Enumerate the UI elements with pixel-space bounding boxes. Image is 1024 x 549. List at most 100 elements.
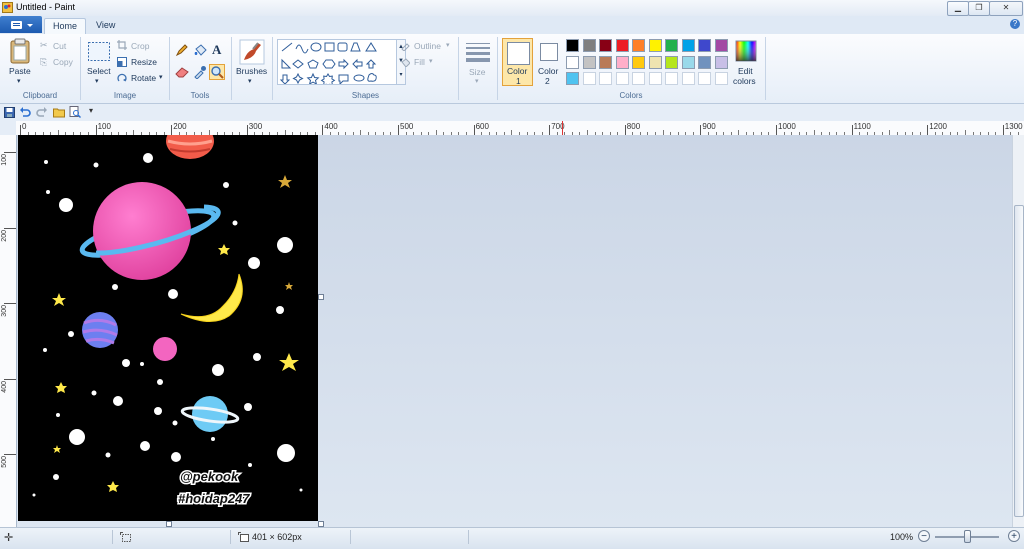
maximize-button[interactable]: ❐ [968,1,990,16]
eraser-icon[interactable] [175,66,189,78]
artwork-watermark: @pekook #hoidap247 [177,468,252,508]
color-swatch[interactable] [681,55,695,69]
color-swatch[interactable] [698,72,711,85]
shapes-gallery[interactable] [277,39,397,88]
color-swatch[interactable] [681,39,695,52]
tools-group-label: Tools [190,91,210,100]
color1-button[interactable]: Color 1 [502,38,533,86]
select-button[interactable]: Select [87,66,111,76]
customize-qat-icon[interactable]: ▾ [89,106,93,115]
copy-button[interactable]: Copy [53,57,73,67]
minimize-button[interactable]: ▁ [947,1,969,16]
shapes-group-label: Shapes [351,91,380,100]
color-swatch[interactable] [665,72,678,85]
color-swatch[interactable] [632,39,645,52]
text-tool-icon[interactable]: A [212,42,221,58]
edit-colors-label[interactable]: Edit [738,66,753,76]
color-swatch[interactable] [566,39,579,52]
open-folder-icon[interactable] [53,106,65,118]
edit-colors-label-2[interactable]: colors [733,76,756,86]
color-swatch[interactable] [698,55,711,69]
print-preview-icon[interactable] [69,106,81,118]
vertical-scrollbar-thumb[interactable] [1014,205,1024,517]
tab-view[interactable]: View [88,18,123,34]
size-button[interactable]: Size [469,67,486,77]
ruler-major-tick [4,227,16,229]
color2-swatch[interactable] [540,43,558,61]
rotate-button[interactable]: Rotate [131,73,156,83]
selection-size-icon [120,532,131,542]
outline-dropdown-icon[interactable]: ▾ [446,41,450,49]
color-picker-icon[interactable] [193,65,207,79]
color2-label[interactable]: Color [538,66,558,76]
zoom-out-button[interactable]: − [918,530,930,542]
color-swatch[interactable] [648,55,662,69]
ruler-tick-label: 300 [248,122,263,131]
color-swatch[interactable] [599,55,612,69]
outline-button[interactable]: Outline [414,41,441,51]
color-swatch[interactable] [632,72,645,85]
ruler-major-tick [700,125,702,135]
color-swatch[interactable] [714,39,728,52]
color-swatch[interactable] [681,72,695,85]
help-icon[interactable]: ? [1010,19,1020,29]
paste-dropdown-icon[interactable]: ▾ [17,77,21,85]
color-swatch[interactable] [615,39,629,52]
canvas-resize-handle-right[interactable] [318,294,324,300]
paste-icon [10,38,30,64]
striped-blue-planet-icon [82,312,118,348]
ruler-cursor-marker [562,121,563,135]
zoom-level-text: 100% [890,532,914,542]
brushes-dropdown-icon[interactable]: ▾ [248,77,252,85]
quick-access-toolbar [0,104,1024,122]
color-swatch[interactable] [615,55,629,69]
zoom-in-button[interactable]: + [1008,530,1020,542]
color-swatch[interactable] [648,72,662,85]
color-swatch[interactable] [582,39,596,52]
cut-button[interactable]: Cut [53,41,66,51]
undo-icon[interactable] [20,107,31,118]
color-swatch[interactable] [632,55,645,69]
save-icon[interactable] [4,107,15,118]
select-dropdown-icon[interactable]: ▾ [95,77,99,85]
color-swatch[interactable] [714,55,728,69]
size-dropdown-icon[interactable]: ▾ [475,77,479,85]
color-swatch[interactable] [714,72,728,85]
color-swatch[interactable] [665,55,678,69]
fill-dropdown-icon[interactable]: ▾ [429,57,433,65]
brushes-button[interactable]: Brushes [236,66,267,76]
color-swatch[interactable] [599,39,612,52]
fill-bucket-icon[interactable] [193,43,207,57]
color-swatch[interactable] [599,72,612,85]
ruler-major-tick [322,125,324,135]
ruler-major-tick [927,125,929,135]
fill-button[interactable]: Fill [414,57,425,67]
tab-home[interactable]: Home [44,18,87,35]
rotate-dropdown-icon[interactable]: ▾ [159,73,163,81]
color-swatch[interactable] [566,72,579,85]
color-swatch[interactable] [648,39,662,52]
color-swatch[interactable] [665,39,678,52]
color-swatch[interactable] [582,55,596,69]
color-swatch[interactable] [582,72,596,85]
file-menu-button[interactable] [0,16,42,33]
color-swatch[interactable] [566,55,579,69]
ruler-tick-label: 400 [324,122,338,131]
close-button[interactable]: ✕ [989,1,1023,16]
ruler-major-tick [246,125,248,135]
magnifier-button[interactable] [209,64,225,80]
brushes-icon [239,39,265,65]
magnifier-icon [211,66,224,79]
resize-button[interactable]: Resize [131,57,157,67]
crop-button[interactable]: Crop [131,41,149,51]
ruler-corner [0,121,16,135]
redo-icon[interactable] [36,107,47,118]
drawing-canvas[interactable]: @pekook #hoidap247 [18,135,318,521]
pencil-icon[interactable] [175,43,189,57]
paste-button[interactable]: Paste [9,66,31,76]
zoom-slider-thumb[interactable] [964,530,971,543]
color-swatch[interactable] [698,39,711,52]
ruler-major-tick [171,125,173,135]
cursor-position-icon: ✛ [4,532,14,544]
color-swatch[interactable] [615,72,629,85]
